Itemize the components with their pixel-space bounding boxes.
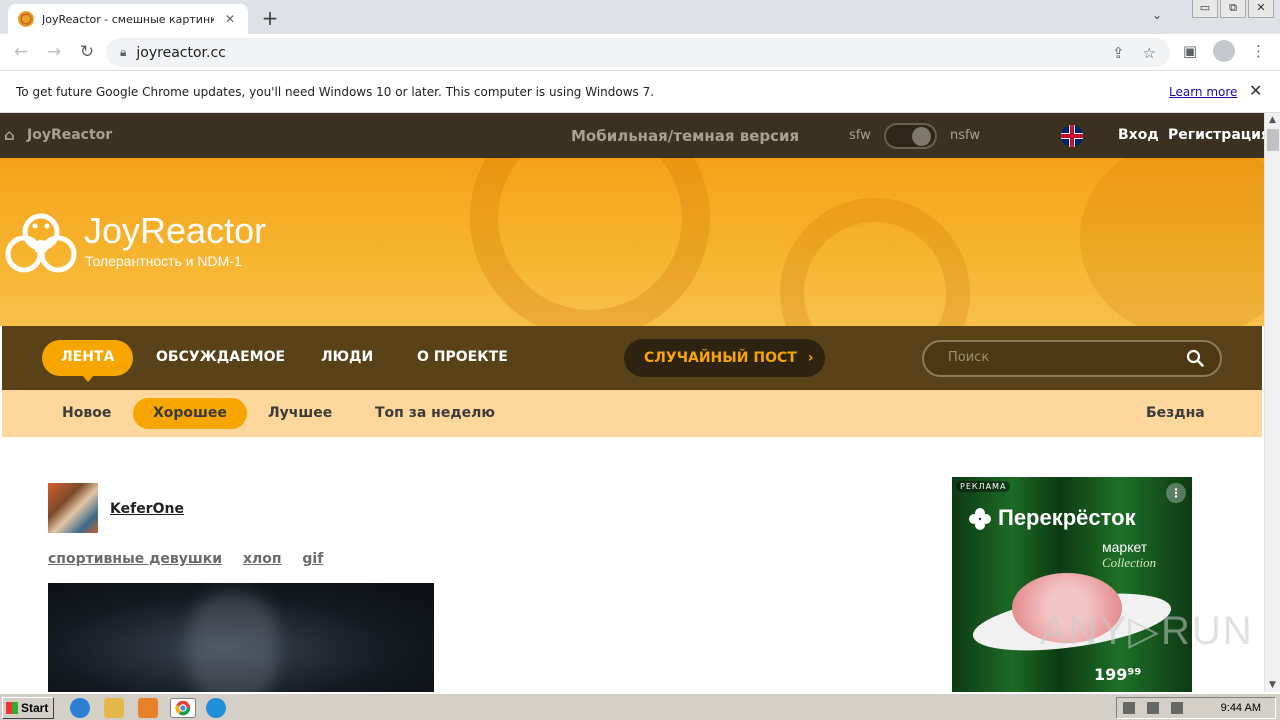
side-panel-icon[interactable]: ▣ (1183, 42, 1197, 60)
nav-about[interactable]: О ПРОЕКТЕ (417, 349, 508, 365)
sub-nav: Новое Хорошее Лучшее Топ за неделю Бездн… (2, 390, 1262, 437)
browser-toolbar: ← → ↻ 🔒︎ joyreactor.cc ⇪ ☆ ▣ ⋮ (0, 34, 1280, 71)
media-player-icon[interactable] (138, 698, 158, 718)
post-image[interactable] (48, 583, 434, 692)
ie-icon[interactable] (70, 698, 90, 718)
ad-label: РЕКЛАМА (956, 481, 1011, 492)
site-banner: JoyReactor Толерантность и NDM-1 (0, 158, 1264, 326)
sfw-nsfw-toggle[interactable] (884, 123, 937, 149)
home-icon[interactable]: ⌂ (4, 126, 15, 144)
author-name-link[interactable]: KeferOne (110, 501, 184, 517)
subnav-best[interactable]: Лучшее (268, 405, 332, 421)
site-top-bar: ⌂ JoyReactor Мобильная/темная версия sfw… (0, 113, 1264, 158)
author-avatar[interactable] (48, 483, 98, 533)
tag-link[interactable]: хлоп (243, 551, 282, 567)
infobar-message: To get future Google Chrome updates, you… (16, 85, 655, 99)
clock[interactable]: 9:44 AM (1221, 702, 1261, 714)
toggle-knob (912, 127, 931, 146)
tab-search-chevron-icon[interactable]: ⌄ (1152, 8, 1162, 22)
nav-people[interactable]: ЛЮДИ (321, 349, 373, 365)
restore-button[interactable]: ⧉ (1220, 0, 1246, 18)
back-arrow-icon[interactable]: ← (9, 42, 33, 62)
flag-icon[interactable] (1171, 702, 1183, 714)
url-text[interactable]: joyreactor.cc (136, 45, 225, 61)
edge-icon[interactable] (206, 698, 226, 718)
sfw-label: sfw (849, 128, 871, 143)
ad-menu-icon[interactable]: ⋮ (1166, 483, 1186, 503)
troll-face-decoration (1080, 158, 1264, 326)
post-tags: спортивные девушки хлоп gif (48, 551, 339, 567)
scroll-thumb[interactable] (1267, 129, 1279, 151)
logo-text[interactable]: JoyReactor (84, 210, 266, 252)
tagline: Толерантность и NDM-1 (85, 253, 242, 269)
nav-discussed[interactable]: ОБСУЖДАЕМОЕ (156, 349, 285, 365)
ad-market-text: маркет (1102, 539, 1148, 555)
forward-arrow-icon[interactable]: → (42, 42, 66, 62)
search-box[interactable] (922, 340, 1222, 377)
new-tab-button[interactable]: + (258, 6, 282, 30)
share-icon[interactable]: ⇪ (1112, 44, 1125, 62)
explorer-icon[interactable] (104, 698, 124, 718)
infobar-close-icon[interactable]: ✕ (1249, 81, 1262, 100)
windows-taskbar: Start 9:44 AM (0, 692, 1280, 720)
main-nav: ЛЕНТА ОБСУЖДАЕМОЕ ЛЮДИ О ПРОЕКТЕ СЛУЧАЙН… (2, 326, 1262, 390)
search-icon[interactable] (1186, 349, 1204, 367)
login-link[interactable]: Вход (1118, 127, 1159, 143)
browser-tab-strip: JoyReactor - смешные картинки и ✕ + ⌄ ▭ … (0, 0, 1280, 34)
close-window-button[interactable]: ✕ (1248, 0, 1274, 18)
tag-link[interactable]: gif (302, 551, 323, 567)
anyrun-watermark: ANY▷RUN (1040, 609, 1254, 653)
minimize-button[interactable]: ▭ (1192, 0, 1218, 18)
volume-icon[interactable] (1123, 702, 1135, 714)
clover-logo-icon (969, 508, 991, 530)
chrome-taskbar-icon[interactable] (170, 698, 196, 718)
english-flag-icon[interactable] (1061, 125, 1083, 147)
radiation-decoration (780, 198, 970, 326)
tab-close-icon[interactable]: ✕ (222, 12, 238, 26)
network-icon[interactable] (1147, 702, 1159, 714)
lock-icon[interactable]: 🔒︎ (120, 45, 126, 60)
address-bar[interactable]: 🔒︎ joyreactor.cc ⇪ ☆ (106, 38, 1170, 67)
browser-tab[interactable]: JoyReactor - смешные картинки и ✕ (8, 4, 248, 34)
subnav-abyss[interactable]: Бездна (1146, 405, 1205, 421)
biohazard-logo-icon[interactable] (4, 206, 78, 276)
reload-icon[interactable]: ↻ (75, 42, 99, 62)
chrome-menu-icon[interactable]: ⋮ (1251, 42, 1266, 60)
ad-brand: Перекрёсток (998, 505, 1136, 530)
banner-decoration (470, 158, 710, 326)
window-controls: ▭ ⧉ ✕ (1190, 0, 1274, 18)
learn-more-link[interactable]: Learn more (1169, 85, 1237, 99)
random-post-button[interactable]: СЛУЧАЙНЫЙ ПОСТ › (624, 339, 825, 377)
windows-logo-icon (6, 702, 18, 714)
site-favicon-icon (18, 11, 34, 27)
site-home-link[interactable]: JoyReactor (27, 127, 112, 143)
scroll-up-icon[interactable]: ▲ (1269, 115, 1276, 125)
mobile-dark-version-link[interactable]: Мобильная/темная версия (571, 127, 799, 145)
random-post-label: СЛУЧАЙНЫЙ ПОСТ (644, 350, 797, 366)
ad-price: 199⁹⁹ (1094, 665, 1142, 684)
nav-feed[interactable]: ЛЕНТА (42, 340, 134, 382)
update-infobar: To get future Google Chrome updates, you… (0, 72, 1280, 113)
chevron-right-icon: › (807, 350, 814, 366)
start-label: Start (21, 701, 49, 715)
tag-link[interactable]: спортивные девушки (48, 551, 222, 567)
subnav-new[interactable]: Новое (62, 405, 111, 421)
subnav-top-week[interactable]: Топ за неделю (375, 405, 495, 421)
profile-avatar-icon[interactable] (1213, 40, 1235, 62)
scroll-down-icon[interactable]: ▼ (1269, 680, 1276, 690)
ad-banner[interactable]: РЕКЛАМА ⋮ Перекрёсток маркет Collection … (952, 477, 1192, 692)
bookmark-star-icon[interactable]: ☆ (1143, 44, 1156, 62)
page-scrollbar[interactable]: ▲ ▼ (1264, 113, 1280, 692)
page-viewport: ⌂ JoyReactor Мобильная/темная версия sfw… (0, 113, 1264, 692)
ad-collection-text: Collection (1102, 555, 1157, 570)
tab-title: JoyReactor - смешные картинки и (42, 12, 214, 26)
system-tray: 9:44 AM (1116, 697, 1276, 719)
subnav-good[interactable]: Хорошее (133, 398, 247, 429)
nsfw-label: nsfw (950, 128, 980, 143)
start-button[interactable]: Start (2, 697, 54, 719)
search-input[interactable] (948, 350, 1168, 365)
register-link[interactable]: Регистрация (1168, 127, 1264, 143)
